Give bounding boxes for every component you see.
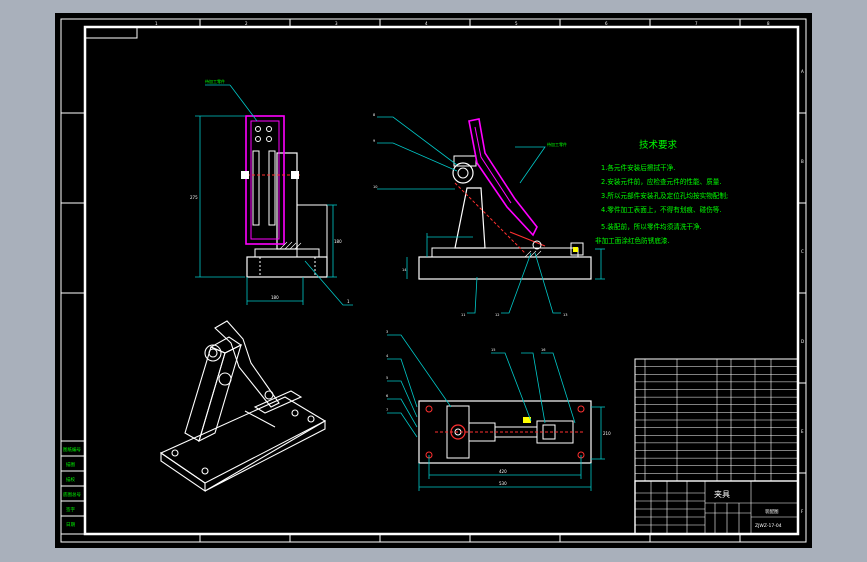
side-panel-label: 描校 — [66, 476, 75, 483]
side-panel-label: 底图总号 — [63, 491, 81, 498]
balloon: 9 — [373, 139, 375, 143]
front-height-dim: 275 — [190, 195, 198, 200]
cad-viewport[interactable]: 1 2 3 4 5 6 7 8 A B C D E F 图纸编号 描图 描校 底… — [0, 0, 867, 562]
front-workpiece-label: 待加工零件 — [205, 78, 225, 84]
tech-req-title: 技术要求 — [639, 139, 678, 151]
front-base-dim: 180 — [271, 295, 279, 300]
plan-view: 3 4 5 6 7 15 16 530 420 210 — [386, 330, 611, 491]
balloon: 12 — [495, 313, 499, 317]
side-panel-label: 日期 — [66, 522, 75, 528]
balloon: 14 — [402, 268, 407, 272]
balloon: 4 — [386, 354, 389, 358]
zone-number: 7 — [695, 21, 698, 26]
zone-letter: C — [801, 249, 804, 254]
balloon: 13 — [563, 313, 567, 317]
zone-letter: D — [801, 339, 804, 344]
tech-req-item: 2.安装元件前，应检查元件的性能、质量. — [601, 177, 721, 186]
balloon: 15 — [491, 348, 495, 352]
side-panel: 图纸编号 描图 描校 底图总号 签字 日期 — [60, 440, 86, 535]
front-workpiece — [245, 115, 285, 245]
drawing-number: ZJWZ-17-04 — [755, 523, 782, 529]
balloon: 16 — [541, 348, 545, 352]
drawing-canvas[interactable]: 1 2 3 4 5 6 7 8 A B C D E F 图纸编号 描图 描校 底… — [55, 13, 812, 548]
zone-letter: F — [801, 509, 804, 514]
tech-req-item: 3.所以元部件安装孔及定位孔均按实物配制; — [601, 191, 728, 200]
balloon: 6 — [386, 394, 388, 398]
plan-height-dim: 210 — [603, 431, 611, 436]
balloon: 7 — [386, 408, 388, 412]
parts-list — [634, 358, 799, 482]
assembly-drawing: 1 2 3 4 5 6 7 8 A B C D E F 图纸编号 描图 描校 底… — [60, 18, 807, 543]
side-workpiece — [468, 118, 538, 237]
balloon: 3 — [386, 330, 388, 334]
tech-req-item: 非加工面涂红色防锈底漆. — [595, 236, 670, 245]
zone-number: 3 — [335, 21, 338, 26]
balloon: 1 — [347, 299, 350, 304]
balloon: 10 — [373, 185, 377, 189]
side-workpiece-label: 待加工零件 — [547, 141, 567, 147]
tech-req-item: 5.装配前，所以零件均须清洗干净. — [601, 222, 702, 231]
zone-letter: A — [801, 69, 804, 74]
side-panel-label: 签字 — [66, 506, 75, 513]
front-side-dim: 180 — [334, 239, 342, 244]
tech-req-item: 1.各元件安装后擦拭干净. — [601, 163, 675, 172]
zone-letter: E — [801, 429, 804, 434]
drawing-name: 夹具 — [714, 489, 730, 499]
isometric-view — [159, 320, 327, 493]
zone-number: 8 — [767, 21, 770, 26]
drawing-number-corner-box — [84, 26, 138, 39]
zone-number: 2 — [245, 21, 248, 26]
drawing-type: 装配图 — [765, 508, 779, 515]
side-panel-label: 图纸编号 — [63, 446, 81, 453]
plan-inner-dim: 420 — [499, 469, 507, 474]
balloon: 8 — [373, 113, 375, 117]
zone-number: 4 — [425, 21, 428, 26]
front-view: 待加工零件 275 180 180 1 — [190, 78, 353, 306]
plan-length-dim: 530 — [499, 481, 507, 486]
technical-requirements: 技术要求 1.各元件安装后擦拭干净. 2.安装元件前，应检查元件的性能、质量. … — [595, 139, 728, 245]
balloon: 5 — [386, 376, 388, 380]
balloon: 11 — [461, 313, 465, 317]
zone-letter: B — [801, 159, 804, 164]
zone-number: 6 — [605, 21, 608, 26]
zone-number: 1 — [155, 21, 158, 26]
title-block: 夹具 ZJWZ-17-04 装配图 — [634, 480, 799, 535]
tech-req-item: 4.零件加工表面上，不得有划痕、碰伤等. — [601, 205, 721, 214]
side-view: 8 9 10 11 12 13 14 待加工零件 — [373, 113, 605, 317]
zone-number: 5 — [515, 21, 518, 26]
side-panel-label: 描图 — [66, 461, 75, 468]
zone-numbers: 1 2 3 4 5 6 7 8 A B C D E F — [155, 21, 804, 514]
